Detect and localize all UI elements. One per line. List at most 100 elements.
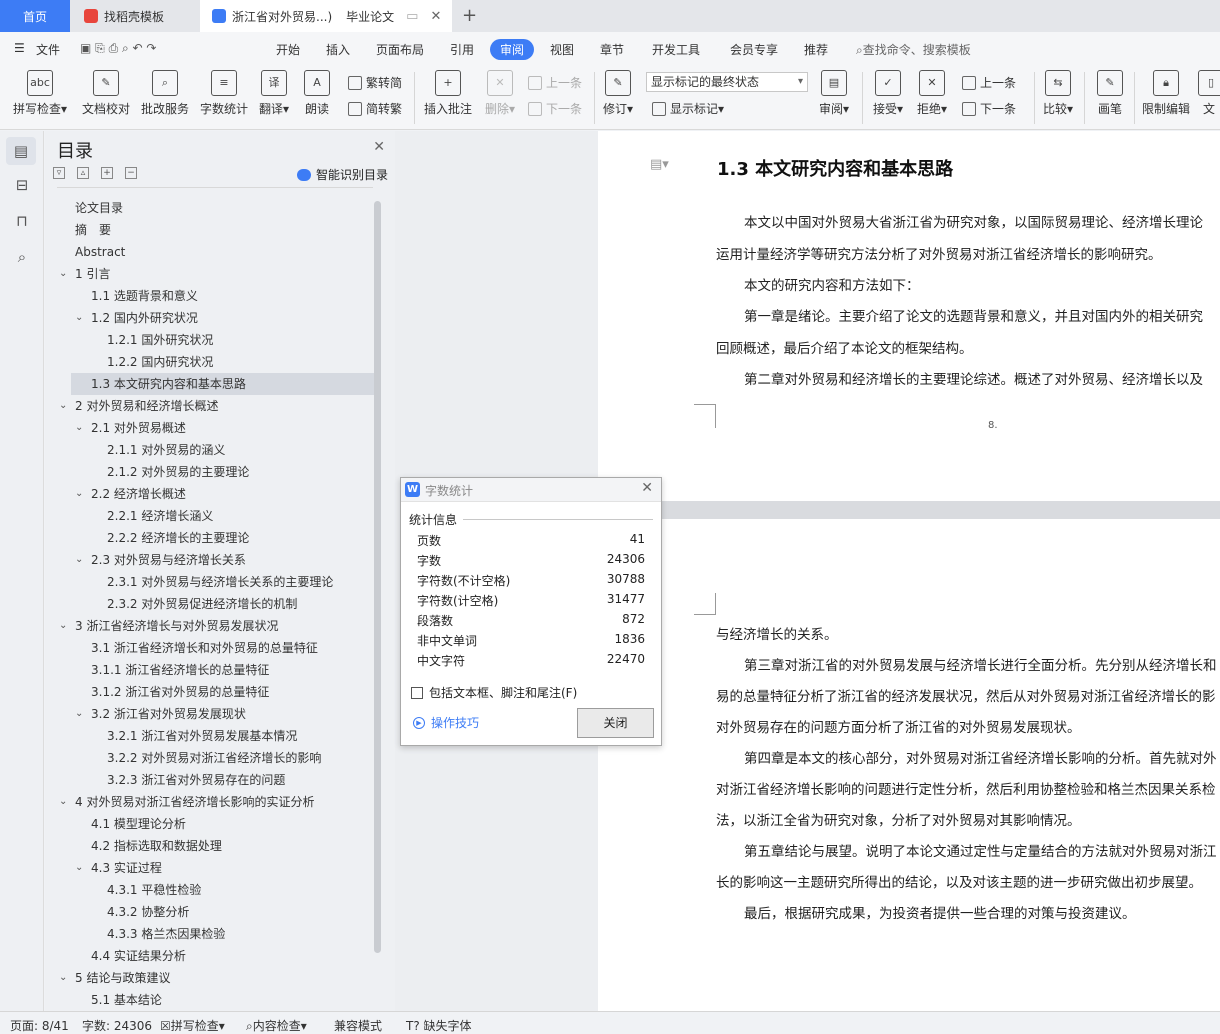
reject-button[interactable]: ✕ 拒绝▾: [914, 70, 950, 117]
spell-check-button[interactable]: abc 拼写检查▾: [10, 70, 70, 117]
revise-button[interactable]: ✎ 修订▾: [600, 70, 636, 117]
word-count-button[interactable]: ≡ 字数统计: [198, 70, 250, 117]
toc-item[interactable]: 1.3 本文研究内容和基本思路: [71, 373, 375, 395]
toc-item[interactable]: 3.2.1 浙江省对外贸易发展基本情况: [45, 725, 375, 747]
toc-item[interactable]: 2.1.2 对外贸易的主要理论: [45, 461, 375, 483]
toc-item[interactable]: Abstract: [45, 241, 375, 263]
toc-item[interactable]: ⌄ 2 对外贸易和经济增长概述: [45, 395, 375, 417]
new-tab-icon[interactable]: +: [462, 5, 477, 26]
expand-caret-icon[interactable]: ⌄: [59, 615, 67, 637]
compare-button[interactable]: ⇆ 比较▾: [1040, 70, 1076, 117]
checkbox-box[interactable]: [411, 686, 423, 699]
missing-font-status[interactable]: T? 缺失字体: [406, 1017, 472, 1034]
document-page[interactable]: 与经济增长的关系。 第三章对浙江省的对外贸易发展与经济增长进行全面分析。先分别从…: [598, 519, 1220, 1011]
spell-check-status[interactable]: ☒拼写检查▾: [160, 1017, 225, 1034]
toc-item[interactable]: 2.2.1 经济增长涵义: [45, 505, 375, 527]
toc-item[interactable]: 3.2.3 浙江省对外贸易存在的问题: [45, 769, 375, 791]
expand-up-icon[interactable]: ▵: [77, 167, 89, 179]
simp-to-trad-button[interactable]: 简转繁: [348, 100, 402, 117]
quick-access-icons[interactable]: ▣ ⎘ ⎙ ⌕ ↶ ↷: [80, 41, 156, 56]
menu-start[interactable]: 开始: [276, 41, 300, 58]
tab-home[interactable]: 首页: [0, 0, 70, 32]
tab-template[interactable]: 找稻壳模板: [72, 0, 198, 32]
menu-insert[interactable]: 插入: [326, 41, 350, 58]
menu-dev-tools[interactable]: 开发工具: [652, 41, 700, 58]
menu-chapter[interactable]: 章节: [600, 41, 624, 58]
insert-comment-button[interactable]: + 插入批注: [422, 70, 474, 117]
bookmark-icon[interactable]: ⊓: [12, 211, 32, 231]
more-ribbon-button[interactable]: ▯ 文: [1198, 70, 1220, 117]
close-icon[interactable]: ✕: [641, 480, 653, 496]
toc-item[interactable]: ⌄ 3.2 浙江省对外贸易发展现状: [45, 703, 375, 725]
toc-item[interactable]: 2.2.2 经济增长的主要理论: [45, 527, 375, 549]
toc-icon[interactable]: ▤: [6, 137, 36, 165]
toc-item[interactable]: 论文目录: [45, 197, 375, 219]
toc-item[interactable]: 3.1.2 浙江省对外贸易的总量特征: [45, 681, 375, 703]
toc-scrollbar[interactable]: [374, 201, 381, 953]
toc-item[interactable]: 4.1 模型理论分析: [45, 813, 375, 835]
expand-caret-icon[interactable]: ⌄: [75, 549, 83, 571]
toc-item[interactable]: 4.3.3 格兰杰因果检验: [45, 923, 375, 945]
restrict-edit-button[interactable]: 🔒︎ 限制编辑: [1140, 70, 1192, 117]
markup-state-select[interactable]: 显示标记的最终状态: [646, 72, 808, 92]
translate-button[interactable]: 译翻译▾: [256, 70, 292, 117]
toc-item[interactable]: ⌄ 1.2 国内外研究状况: [45, 307, 375, 329]
expand-caret-icon[interactable]: ⌄: [59, 395, 67, 417]
content-check-status[interactable]: ⌕内容检查▾: [246, 1017, 307, 1034]
page-indicator[interactable]: 页面: 8/41: [10, 1017, 69, 1034]
chapter-icon[interactable]: ⊟: [12, 175, 32, 195]
toc-item[interactable]: 3.1.1 浙江省经济增长的总量特征: [45, 659, 375, 681]
close-tab-icon[interactable]: ✕: [430, 9, 441, 24]
expand-caret-icon[interactable]: ⌄: [59, 967, 67, 989]
expand-caret-icon[interactable]: ⌄: [75, 307, 83, 329]
next-change-button[interactable]: 下一条: [962, 100, 1016, 117]
menu-review[interactable]: 审阅: [490, 39, 535, 60]
menu-member[interactable]: 会员专享: [730, 41, 778, 58]
toc-item[interactable]: 2.1.1 对外贸易的涵义: [45, 439, 375, 461]
expand-caret-icon[interactable]: ⌄: [75, 857, 83, 879]
read-aloud-button[interactable]: A 朗读: [302, 70, 332, 117]
show-markup-button[interactable]: 显示标记 ▾: [652, 100, 724, 117]
toc-item[interactable]: ⌄ 2.3 对外贸易与经济增长关系: [45, 549, 375, 571]
toc-item[interactable]: 摘 要: [45, 219, 375, 241]
prev-change-button[interactable]: 上一条: [962, 74, 1016, 91]
tab-document[interactable]: 浙江省对外贸易...) 毕业论文 ▭ ✕: [200, 0, 452, 32]
menu-layout[interactable]: 页面布局: [376, 41, 424, 58]
toc-item[interactable]: 5.1 基本结论: [45, 989, 375, 1011]
accept-button[interactable]: ✓ 接受▾: [870, 70, 906, 117]
include-footnotes-checkbox[interactable]: 包括文本框、脚注和尾注(F): [411, 684, 577, 701]
toc-item[interactable]: 1.2.2 国内研究状况: [45, 351, 375, 373]
prev-comment-button[interactable]: 上一条: [528, 74, 582, 91]
remove-item-icon[interactable]: −: [125, 167, 137, 179]
tips-link[interactable]: ▶ 操作技巧: [413, 714, 479, 731]
add-item-icon[interactable]: +: [101, 167, 113, 179]
smart-toc-button[interactable]: 智能识别目录: [297, 166, 388, 183]
batch-service-button[interactable]: ⌕ 批改服务: [140, 70, 190, 117]
toc-item[interactable]: ⌄ 2.2 经济增长概述: [45, 483, 375, 505]
find-icon[interactable]: ⌕: [12, 247, 32, 267]
toc-item[interactable]: 4.4 实证结果分析: [45, 945, 375, 967]
toc-item[interactable]: ⌄ 3 浙江省经济增长与对外贸易发展状况: [45, 615, 375, 637]
menu-reference[interactable]: 引用: [450, 41, 474, 58]
menu-recommend[interactable]: 推荐: [804, 41, 828, 58]
review-pane-button[interactable]: ▤ 审阅▾: [816, 70, 852, 117]
toc-item[interactable]: ⌄ 1 引言: [45, 263, 375, 285]
search-command[interactable]: ⌕查找命令、搜索模板: [856, 41, 971, 58]
toc-item[interactable]: 2.3.2 对外贸易促进经济增长的机制: [45, 593, 375, 615]
expand-caret-icon[interactable]: ⌄: [59, 791, 67, 813]
screen-icon[interactable]: ▭: [406, 9, 418, 24]
toc-item[interactable]: 3.2.2 对外贸易对浙江省经济增长的影响: [45, 747, 375, 769]
collapse-all-icon[interactable]: ▿: [53, 167, 65, 179]
next-comment-button[interactable]: 下一条: [528, 100, 582, 117]
toc-item[interactable]: 3.1 浙江省经济增长和对外贸易的总量特征: [45, 637, 375, 659]
expand-caret-icon[interactable]: ⌄: [75, 703, 83, 725]
pen-button[interactable]: ✎ 画笔: [1094, 70, 1126, 117]
hamburger-icon[interactable]: ☰: [14, 41, 25, 55]
menu-view[interactable]: 视图: [550, 41, 574, 58]
dialog-titlebar[interactable]: W 字数统计 ✕: [401, 478, 661, 502]
toc-item[interactable]: 2.3.1 对外贸易与经济增长关系的主要理论: [45, 571, 375, 593]
toc-item[interactable]: ⌄ 2.1 对外贸易概述: [45, 417, 375, 439]
compat-mode[interactable]: 兼容模式: [334, 1017, 382, 1034]
expand-caret-icon[interactable]: ⌄: [75, 417, 83, 439]
document-page[interactable]: ▤▾ 1.3 本文研究内容和基本思路 本文以中国对外贸易大省浙江省为研究对象，以…: [598, 131, 1220, 501]
